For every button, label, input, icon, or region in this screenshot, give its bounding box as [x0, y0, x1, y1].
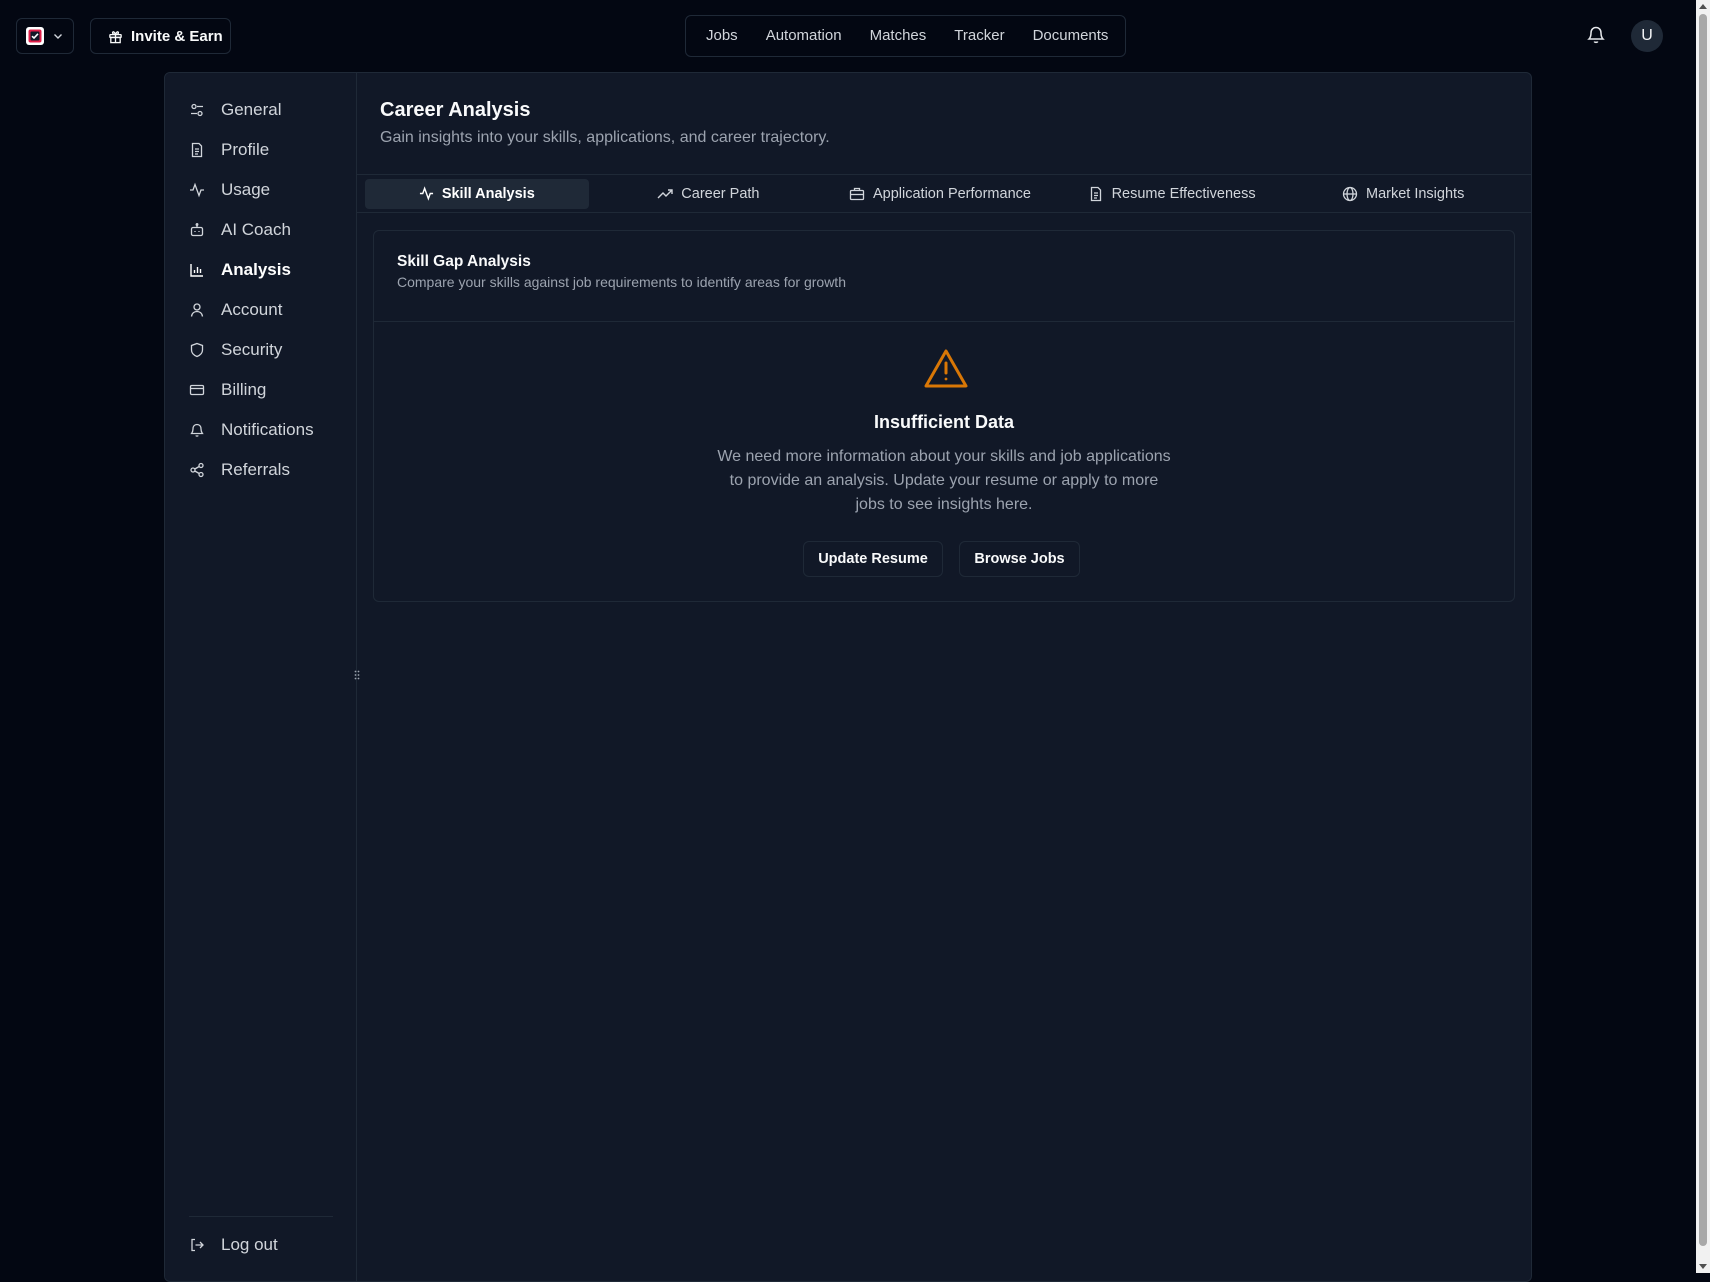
empty-state-message: We need more information about your skil… — [717, 448, 1171, 513]
sliders-icon — [189, 102, 205, 118]
file-icon — [189, 142, 205, 158]
tab-career-path[interactable]: Career Path — [597, 179, 821, 209]
sidebar-item-notifications[interactable]: Notifications — [189, 410, 339, 450]
card-header: Skill Gap Analysis Compare your skills a… — [374, 231, 1514, 322]
invite-earn-button[interactable]: Invite & Earn — [90, 18, 231, 54]
file-text-icon — [1088, 186, 1104, 202]
skill-gap-card: Skill Gap Analysis Compare your skills a… — [373, 230, 1515, 602]
user-avatar[interactable]: U — [1631, 20, 1663, 52]
sidebar-item-label: Notifications — [221, 420, 314, 439]
warning-triangle-icon — [923, 348, 969, 390]
scroll-up-arrow-icon[interactable] — [1699, 4, 1707, 9]
sidebar-item-label: Profile — [221, 140, 270, 159]
sidebar-item-billing[interactable]: Billing — [189, 370, 339, 410]
empty-state: Insufficient Data We need more informati… — [374, 322, 1514, 602]
sidebar-item-label: Account — [221, 300, 283, 319]
bot-icon — [189, 222, 205, 238]
empty-state-title: Insufficient Data — [873, 412, 1015, 432]
card-title: Skill Gap Analysis — [397, 253, 531, 270]
sidebar-item-label: Analysis — [221, 260, 291, 279]
sidebar-item-security[interactable]: Security — [189, 330, 339, 370]
tab-label: Career Path — [681, 185, 760, 202]
logout-button[interactable]: Log out — [189, 1225, 339, 1265]
sidebar-item-label: AI Coach — [221, 220, 291, 239]
primary-nav: Jobs Automation Matches Tracker Document… — [685, 15, 1126, 57]
tab-label: Resume Effectiveness — [1111, 185, 1256, 202]
sidebar-item-analysis[interactable]: Analysis — [189, 250, 339, 290]
nav-automation[interactable]: Automation — [752, 21, 856, 51]
share-icon — [189, 462, 205, 478]
sidebar-item-usage[interactable]: Usage — [189, 170, 339, 210]
globe-icon — [1342, 186, 1358, 202]
activity-icon — [189, 182, 205, 198]
sidebar-item-label: Usage — [221, 180, 271, 199]
sidebar-item-referrals[interactable]: Referrals — [189, 450, 339, 490]
scrollbar-thumb[interactable] — [1699, 14, 1707, 1246]
nav-documents[interactable]: Documents — [1019, 21, 1123, 51]
page-subtitle: Gain insights into your skills, applicat… — [380, 129, 830, 146]
sidebar-item-account[interactable]: Account — [189, 290, 339, 330]
sidebar-divider — [189, 1216, 333, 1217]
tab-market-insights[interactable]: Market Insights — [1291, 179, 1515, 209]
browse-jobs-button[interactable]: Browse Jobs — [959, 541, 1080, 577]
tab-label: Skill Analysis — [441, 185, 535, 202]
settings-sidebar: General Profile Usage AI Coach Analysis … — [165, 73, 360, 1281]
logout-label: Log out — [221, 1235, 278, 1254]
app-logo-icon — [26, 27, 44, 45]
sidebar-item-label: Referrals — [221, 460, 290, 479]
credit-card-icon — [189, 382, 205, 398]
sidebar-item-label: General — [221, 100, 282, 119]
activity-icon — [419, 186, 434, 201]
tab-label: Application Performance — [872, 185, 1031, 202]
bell-icon — [189, 422, 205, 438]
notifications-bell-icon[interactable] — [1587, 25, 1605, 45]
page-title: Career Analysis — [380, 99, 531, 121]
page-scrollbar[interactable] — [1696, 0, 1710, 1273]
tab-resume-effectiveness[interactable]: Resume Effectiveness — [1060, 179, 1284, 209]
card-subtitle: Compare your skills against job requirem… — [397, 274, 846, 290]
sidebar-item-label: Billing — [221, 380, 267, 399]
top-bar: Invite & Earn Jobs Automation Matches Tr… — [0, 0, 1696, 72]
tab-application-performance[interactable]: Application Performance — [828, 179, 1052, 209]
log-out-icon — [189, 1237, 205, 1253]
tab-skill-analysis[interactable]: Skill Analysis — [365, 178, 589, 209]
chevron-down-icon — [52, 30, 64, 42]
trending-up-icon — [657, 186, 673, 202]
settings-panel: General Profile Usage AI Coach Analysis … — [164, 72, 1532, 1282]
gift-icon — [108, 29, 123, 44]
tab-label: Market Insights — [1366, 185, 1465, 202]
sidebar-item-profile[interactable]: Profile — [189, 130, 339, 170]
nav-matches[interactable]: Matches — [856, 21, 941, 51]
briefcase-icon — [849, 186, 865, 202]
bar-chart-icon — [189, 262, 205, 278]
invite-earn-label: Invite & Earn — [131, 27, 223, 45]
scroll-down-arrow-icon[interactable] — [1699, 1264, 1707, 1269]
nav-jobs[interactable]: Jobs — [692, 21, 752, 51]
sidebar-item-ai-coach[interactable]: AI Coach — [189, 210, 339, 250]
analysis-tabs: Skill Analysis Career Path Application P… — [357, 174, 1531, 213]
sidebar-item-label: Security — [221, 340, 283, 359]
update-resume-button[interactable]: Update Resume — [803, 541, 943, 577]
shield-icon — [189, 342, 205, 358]
user-icon — [189, 302, 205, 318]
main-content: Career Analysis Gain insights into your … — [357, 73, 1531, 1281]
sidebar-item-general[interactable]: General — [189, 90, 339, 130]
nav-tracker[interactable]: Tracker — [940, 21, 1018, 51]
app-switcher-button[interactable] — [16, 18, 74, 54]
